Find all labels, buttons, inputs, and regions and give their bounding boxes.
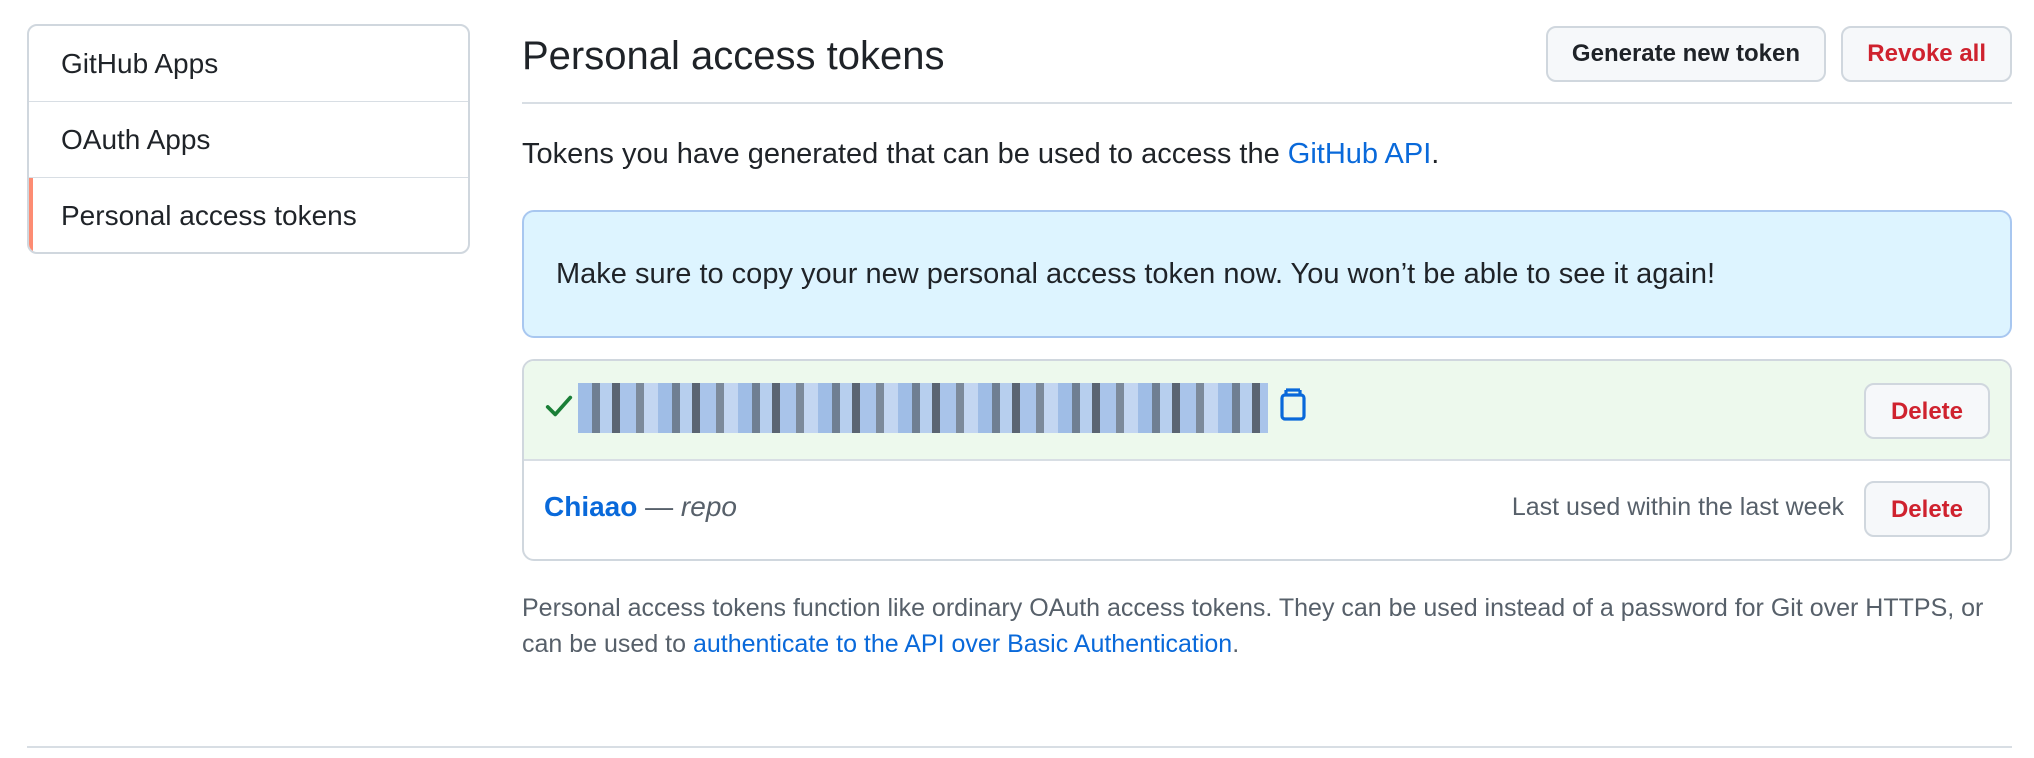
delete-token-button[interactable]: Delete [1864,481,1990,537]
copy-icon[interactable] [1280,387,1306,421]
main-content: Personal access tokens Generate new toke… [522,24,2012,658]
github-api-link[interactable]: GitHub API [1288,138,1431,170]
token-help-text: Personal access tokens function like ord… [522,590,2012,662]
basic-auth-link[interactable]: authenticate to the API over Basic Authe… [693,630,1232,658]
intro-suffix: . [1431,138,1440,170]
settings-sidebar: GitHub Apps OAuth Apps Personal access t… [27,24,470,254]
revoke-all-button[interactable]: Revoke all [1841,26,2012,82]
intro-text-body: Tokens you have generated that can be us… [522,138,1288,170]
sidebar-item-personal-access-tokens[interactable]: Personal access tokens [29,178,468,252]
delete-new-token-button[interactable]: Delete [1864,383,1990,439]
new-token-value[interactable] [578,383,1268,433]
sidebar-item-github-apps[interactable]: GitHub Apps [29,26,468,102]
intro-text: Tokens you have generated that can be us… [522,138,1439,171]
check-icon [545,395,573,417]
sidebar-item-oauth-apps[interactable]: OAuth Apps [29,102,468,178]
page-divider [27,746,2012,748]
token-last-used: Last used within the last week [1511,493,1844,521]
sidebar-item-label: GitHub Apps [61,47,219,79]
token-row: Chiaao — repo Last used within the last … [524,461,2010,559]
copy-token-notice-text: Make sure to copy your new personal acce… [556,257,1716,290]
copy-token-notice: Make sure to copy your new personal acce… [522,210,2012,338]
token-separator: — [637,491,681,522]
generate-new-token-button[interactable]: Generate new token [1545,26,1826,82]
token-name-link[interactable]: Chiaao [544,491,637,522]
token-scope: repo [680,491,737,522]
page-header: Personal access tokens Generate new toke… [522,24,2012,104]
token-name: Chiaao — repo [544,491,737,523]
new-token-row: Delete [524,361,2010,461]
token-help-suffix: . [1232,630,1240,658]
token-list: Delete Chiaao — repo Last used within th… [522,359,2012,561]
page-title: Personal access tokens [522,34,945,78]
sidebar-item-label: OAuth Apps [61,123,211,155]
sidebar-item-label: Personal access tokens [61,200,357,231]
